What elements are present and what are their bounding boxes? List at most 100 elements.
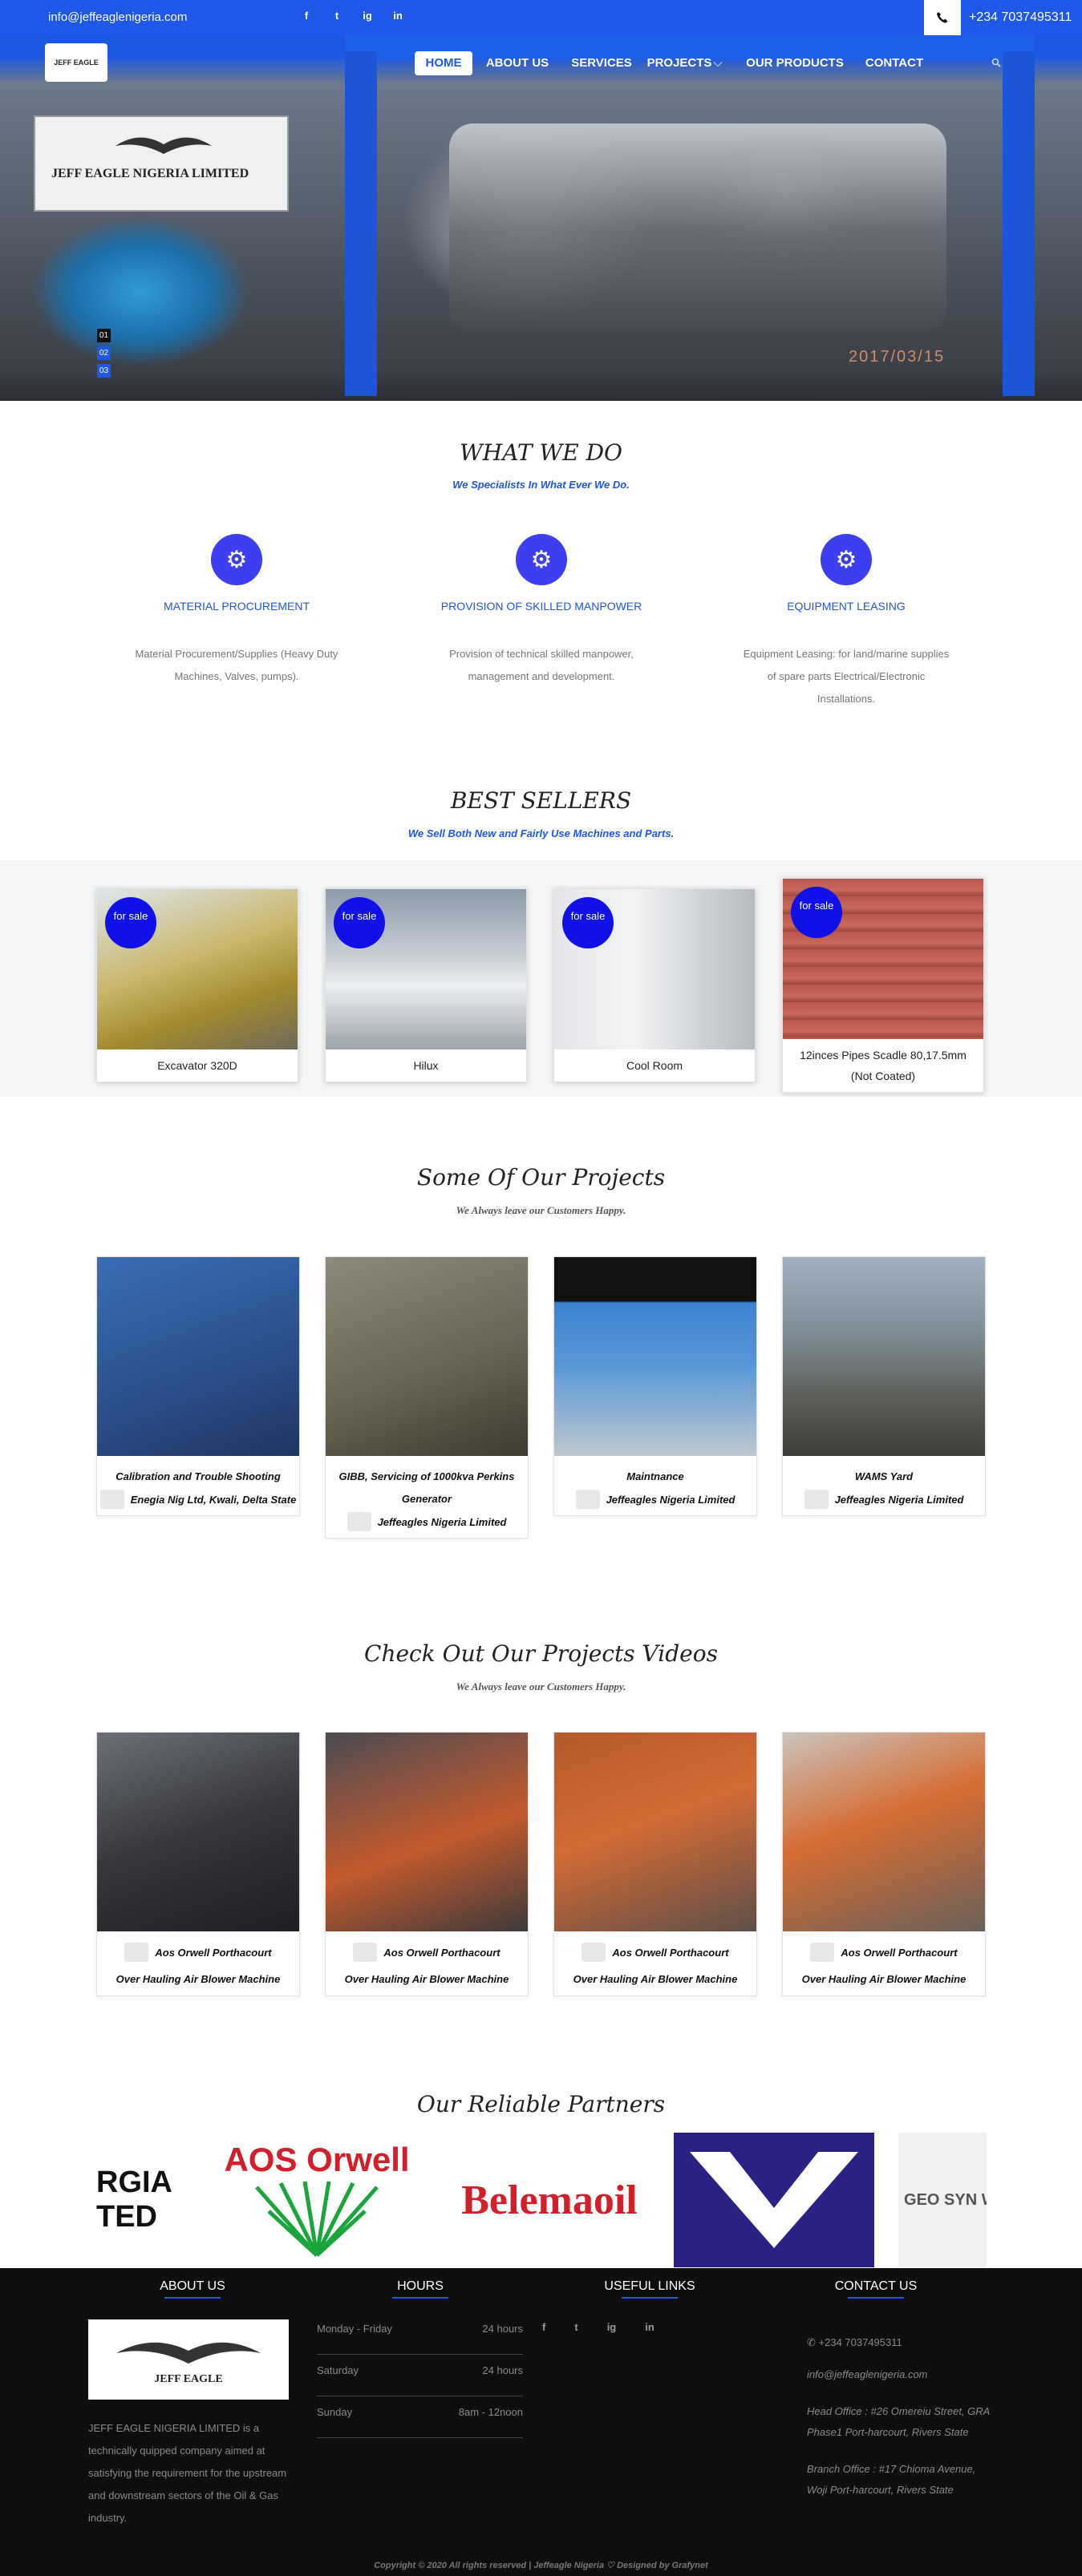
phone-icon: ✆ <box>807 2336 819 2348</box>
twitter-icon[interactable]: t <box>574 2321 577 2333</box>
footer-phone-text: +234 7037495311 <box>818 2336 902 2348</box>
slide-dot[interactable]: 03 <box>97 364 111 378</box>
footer-phone[interactable]: ✆ +234 7037495311 <box>807 2332 991 2353</box>
project-image <box>97 1257 299 1456</box>
hours-row: Monday - Friday 24 hours <box>317 2313 523 2355</box>
product-name: Excavator 320D <box>157 1059 237 1072</box>
project-client-name: Enegia Nig Ltd, Kwali, Delta State <box>130 1493 297 1506</box>
sunburst-icon <box>255 2181 379 2257</box>
product-name: 12inces Pipes Scadle 80,17.5mm (Not Coat… <box>800 1049 967 1082</box>
site-logo[interactable]: JEFF EAGLE <box>45 43 107 82</box>
hero-image-post <box>345 51 377 396</box>
nav-about-us[interactable]: ABOUT US <box>481 51 553 75</box>
product-name: Hilux <box>413 1059 439 1072</box>
topbar-email-link[interactable]: info@jeffeaglenigeria.com <box>48 10 187 24</box>
projects-subtitle: We Always leave our Customers Happy. <box>456 1204 626 1216</box>
facebook-icon[interactable]: f <box>300 10 313 24</box>
topbar-phone-link[interactable]: +234 7037495311 <box>969 10 1072 25</box>
linkedin-icon[interactable]: in <box>391 10 404 24</box>
nav-contact[interactable]: CONTACT <box>861 51 927 75</box>
product-card[interactable]: for sale Hilux <box>325 888 527 1082</box>
product-image: for sale <box>783 879 983 1039</box>
product-card[interactable]: for sale Cool Room <box>553 888 756 1082</box>
video-client: Aos Orwell Porthacourt <box>783 1931 985 1968</box>
client-logo <box>99 1490 124 1509</box>
project-card[interactable]: WAMS Yard Jeffeagles Nigeria Limited <box>782 1256 986 1516</box>
video-thumbnail[interactable] <box>97 1733 299 1931</box>
search-icon[interactable] <box>991 51 1001 75</box>
partner-logo-text: RGIA TED <box>96 2166 172 2234</box>
partner-logo-v: V <box>674 2133 874 2267</box>
video-thumbnail[interactable] <box>554 1733 756 1931</box>
hours-time: 8am - 12noon <box>458 2406 523 2418</box>
hero-photo-stamp: 2017/03/15 <box>849 348 946 366</box>
hours-day: Sunday <box>317 2406 353 2418</box>
partner-logo-text: AOS Orwell <box>224 2141 410 2178</box>
video-client-name: Aos Orwell Porthacourt <box>841 1946 958 1959</box>
project-card[interactable]: Maintnance Jeffeagles Nigeria Limited <box>553 1256 757 1516</box>
footer-head-office: Head Office : #26 Omereiu Street, GRA Ph… <box>807 2405 990 2438</box>
video-client-name: Aos Orwell Porthacourt <box>612 1946 729 1959</box>
video-card[interactable]: Aos Orwell Porthacourt Over Hauling Air … <box>553 1732 757 1996</box>
product-card[interactable]: for sale Excavator 320D <box>96 888 298 1082</box>
topbar-social-links: f t ig in <box>300 10 404 24</box>
video-title: Over Hauling Air Blower Machine <box>573 1973 738 1985</box>
project-card[interactable]: Calibration and Trouble Shooting Enegia … <box>96 1256 300 1516</box>
video-thumbnail[interactable] <box>783 1733 985 1931</box>
video-client-name: Aos Orwell Porthacourt <box>155 1946 272 1959</box>
video-card[interactable]: Aos Orwell Porthacourt Over Hauling Air … <box>782 1732 986 1996</box>
hero-engine-image <box>449 123 946 332</box>
footer-copyright: Copyright © 2020 All rights reserved | J… <box>374 2561 708 2570</box>
video-title: Over Hauling Air Blower Machine <box>344 1973 509 1985</box>
project-title: WAMS Yard <box>854 1470 914 1482</box>
video-thumbnail[interactable] <box>326 1733 528 1931</box>
nav-services[interactable]: SERVICES <box>566 51 637 75</box>
video-title: Over Hauling Air Blower Machine <box>115 1973 281 1985</box>
footer-hours-list: Monday - Friday 24 hours Saturday 24 hours… <box>317 2313 523 2438</box>
project-client: Jeffeagles Nigeria Limited <box>554 1488 756 1515</box>
projects-title: Some Of Our Projects <box>416 1164 666 1191</box>
nav-home[interactable]: HOME <box>415 51 472 75</box>
product-image: for sale <box>97 889 298 1049</box>
hours-row: Saturday 24 hours <box>317 2355 523 2396</box>
linkedin-icon[interactable]: in <box>645 2321 654 2333</box>
video-card[interactable]: Aos Orwell Porthacourt Over Hauling Air … <box>325 1732 529 1996</box>
aos-orwell-logo <box>353 1943 378 1962</box>
for-sale-badge: for sale <box>334 897 385 948</box>
footer-email[interactable]: info@jeffeaglenigeria.com <box>807 2364 991 2385</box>
nav-our-products[interactable]: OUR PRODUCTS <box>743 51 847 75</box>
footer-contact-title: CONTACT US <box>826 2279 926 2299</box>
footer-branch-office: Branch Office : #17 Chioma Avenue, Woji … <box>807 2463 976 2496</box>
for-sale-badge: for sale <box>562 897 614 948</box>
gears-icon: ⚙ <box>211 534 262 585</box>
project-card[interactable]: GIBB, Servicing of 1000kva Perkins Gener… <box>325 1256 529 1539</box>
project-title: Maintnance <box>626 1470 684 1482</box>
feature-description: Provision of technical skilled manpower,… <box>449 648 634 682</box>
slide-dot[interactable]: 01 <box>97 329 111 342</box>
chevron-down-icon[interactable]: ⌵ <box>712 51 723 75</box>
aos-orwell-logo <box>124 1943 149 1962</box>
partner-logo-text: Belemaoil <box>461 2177 638 2223</box>
hero-company-sign: JEFF EAGLE NIGERIA LIMITED <box>34 115 289 212</box>
slide-dot-active[interactable]: 02 <box>97 346 111 360</box>
twitter-icon[interactable]: t <box>330 10 343 24</box>
instagram-icon[interactable]: ig <box>361 10 374 24</box>
feature-description: Material Procurement/Supplies (Heavy Dut… <box>135 648 338 682</box>
feature-material-procurement: ⚙ MATERIAL PROCUREMENT Material Procurem… <box>116 534 357 688</box>
best-sellers-title: BEST SELLERS <box>450 787 632 814</box>
footer-hours-title: HOURS <box>377 2279 464 2299</box>
video-client: Aos Orwell Porthacourt <box>554 1931 756 1968</box>
top-bar: info@jeffeaglenigeria.com f t ig in +234… <box>0 0 1082 35</box>
feature-title: EQUIPMENT LEASING <box>787 600 906 613</box>
partner-logo-aos-orwell: AOS Orwell <box>217 2133 417 2267</box>
client-logo <box>575 1490 600 1509</box>
nav-projects[interactable]: PROJECTS <box>646 51 712 75</box>
instagram-icon[interactable]: ig <box>607 2321 617 2333</box>
video-card[interactable]: Aos Orwell Porthacourt Over Hauling Air … <box>96 1732 300 1996</box>
what-we-do-subtitle: We Specialists In What Ever We Do. <box>452 479 630 491</box>
feature-description: Equipment Leasing: for land/marine suppl… <box>743 648 950 705</box>
facebook-icon[interactable]: f <box>542 2321 545 2333</box>
product-card[interactable]: for sale 12inces Pipes Scadle 80,17.5mm … <box>782 878 984 1093</box>
partners-title: Our Reliable Partners <box>416 2091 666 2117</box>
client-logo <box>804 1490 829 1509</box>
